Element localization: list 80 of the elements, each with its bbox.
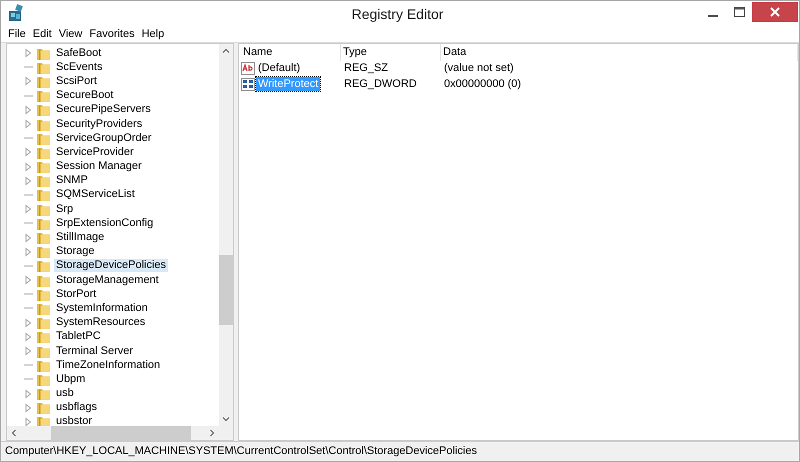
app-icon [7,4,25,22]
tree-item[interactable]: Ubpm [54,372,88,386]
tree-item[interactable]: StorageManagement [54,274,161,287]
expand-icon[interactable] [23,416,33,426]
tree-item[interactable]: SQMServiceList [54,188,137,202]
menu-item[interactable]: Help [142,28,164,41]
tree-item[interactable]: SystemInformation [54,302,150,315]
menu-item[interactable]: Edit [32,28,52,41]
value-data: 0x00000000 (0) [443,77,522,92]
tree-item[interactable]: SystemResources [54,316,148,330]
folder-icon [36,244,51,260]
close-button[interactable] [752,2,798,22]
tree-item[interactable]: Srp [54,202,76,216]
folder-icon [36,315,51,330]
expand-icon[interactable] [23,318,33,328]
folder-icon [36,173,51,188]
menu-item[interactable]: File [8,28,26,41]
tree-item[interactable]: ServiceGroupOrder [54,132,154,145]
tree-item[interactable]: ServiceProvider [54,146,136,159]
tree-item[interactable]: ScEvents [54,60,104,74]
column-header[interactable]: Name [241,44,341,60]
tree-item[interactable]: TimeZoneInformation [54,358,162,372]
status-bar: Computer\HKEY_LOCAL_MACHINE\SYSTEM\CurrentControlSet\Control\StorageDevicePolicies [1,441,799,461]
tree-item[interactable]: SrpExtensionConfig [54,216,156,230]
expand-icon[interactable] [23,147,33,158]
tree-item[interactable]: SafeBoot [54,46,104,60]
expand-icon[interactable] [23,204,33,214]
column-header[interactable]: Data [441,44,798,60]
tree-item[interactable]: StorPort [54,288,98,301]
tree-item[interactable]: usbstor [54,415,94,426]
tree-item[interactable]: SecurityProviders [54,118,144,131]
expand-icon[interactable] [23,332,33,342]
tree-item[interactable]: usbflags [54,401,99,414]
value-type: REG_SZ [343,61,390,76]
menu-item[interactable]: View [58,28,82,41]
column-header[interactable]: Type [341,44,441,60]
expand-icon[interactable] [23,232,33,243]
tree-item[interactable]: usb [54,387,76,400]
expand-icon[interactable] [23,76,33,86]
tree-item[interactable]: Session Manager [54,160,144,174]
folder-icon [36,187,51,202]
folder-icon [36,88,51,104]
window-title: Registry Editor [350,5,444,24]
expand-icon[interactable] [23,346,33,356]
value-name[interactable]: (Default) [256,61,302,76]
value-data: (value not set) [443,61,515,76]
folder-icon [36,400,51,416]
string-value-icon [241,62,255,75]
close-icon [770,6,780,16]
menu-item[interactable]: Favorites [89,28,135,41]
tree-item[interactable]: TabletPC [54,330,103,344]
expand-icon[interactable] [23,119,33,130]
tree-item[interactable]: StorageDevicePolicies [54,259,168,272]
tree-item[interactable]: StillImage [54,231,106,244]
tree-item[interactable]: SNMP [54,174,90,188]
maximize-icon [734,6,744,16]
binary-value-icon [241,78,255,91]
expand-icon[interactable] [23,402,33,413]
scrollbar-thumb[interactable] [51,426,191,440]
expand-icon[interactable] [23,48,33,58]
expand-icon[interactable] [23,162,33,172]
tree-item[interactable]: SecureBoot [54,89,116,102]
expand-icon[interactable] [23,388,33,399]
folder-icon [36,386,51,402]
tree-item[interactable]: SecurePipeServers [54,103,153,116]
expand-icon[interactable] [23,275,33,286]
folder-icon [36,230,51,246]
minimize-icon [708,14,718,16]
tree-item[interactable]: Terminal Server [54,344,136,358]
folder-icon [36,258,51,274]
tree-item[interactable]: ScsiPort [54,74,99,88]
expand-icon[interactable] [23,246,33,257]
expand-icon[interactable] [23,176,33,186]
folder-icon [36,159,51,174]
scrollbar-thumb[interactable] [219,255,233,325]
expand-icon[interactable] [23,104,33,115]
value-type: REG_DWORD [343,77,418,92]
folder-icon [36,329,51,344]
folder-icon [36,102,51,118]
tree-item[interactable]: Storage [54,245,97,258]
